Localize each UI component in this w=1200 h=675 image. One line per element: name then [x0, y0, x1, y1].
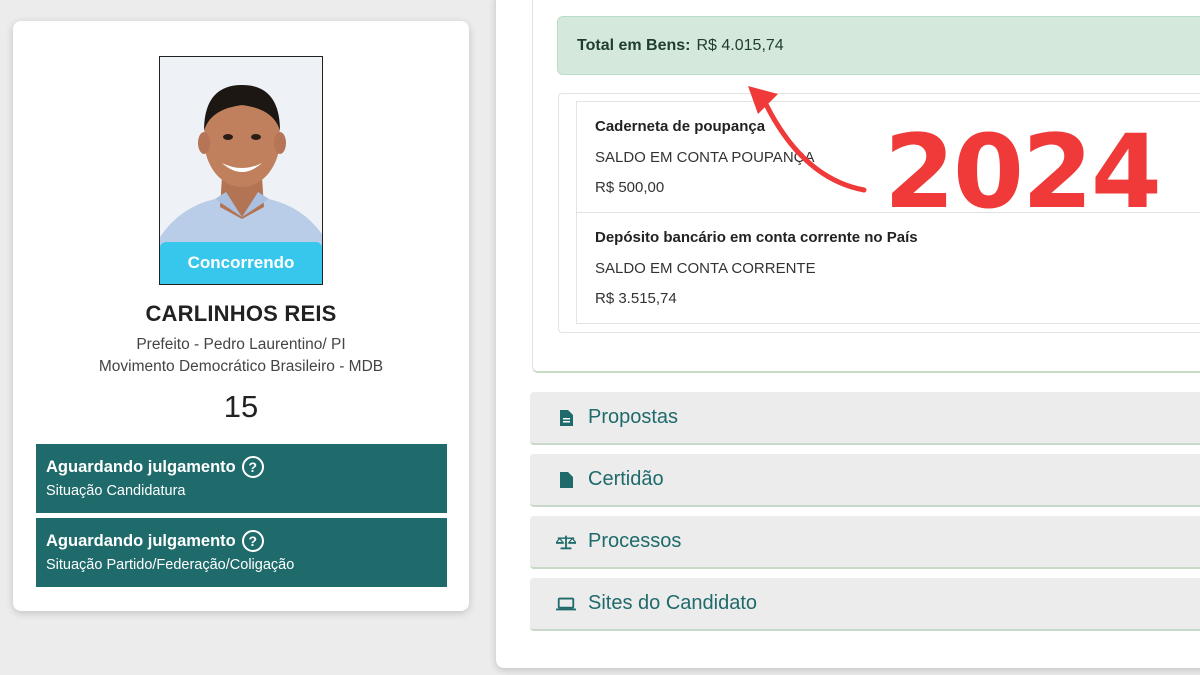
- section-certidao[interactable]: Certidão: [530, 454, 1200, 507]
- status-badge: Concorrendo: [160, 242, 322, 284]
- candidate-party: Movimento Democrático Brasileiro - MDB: [98, 358, 384, 375]
- help-icon[interactable]: ?: [241, 456, 264, 478]
- asset-description: SALDO EM CONTA CORRENTE: [595, 260, 816, 277]
- situation-candidatura: Aguardando julgamento ? Situação Candida…: [36, 444, 447, 513]
- red-arrow-annotation: [748, 86, 867, 193]
- asset-value: R$ 3.515,74: [595, 290, 677, 307]
- section-label: Processos: [588, 530, 682, 552]
- help-icon[interactable]: ?: [241, 530, 264, 552]
- candidate-name: CARLINHOS REIS: [145, 301, 337, 326]
- candidate-office: Prefeito - Pedro Laurentino/ PI: [136, 336, 346, 353]
- section-sites[interactable]: Sites do Candidato: [530, 578, 1200, 631]
- situation-title: Aguardando julgamento: [46, 457, 236, 476]
- situation-subtitle: Situação Candidatura: [46, 483, 186, 499]
- scales-icon: [556, 532, 576, 552]
- total-assets-box: Total em Bens: R$ 4.015,74: [557, 16, 1200, 75]
- year-annotation: 2024: [884, 113, 1162, 232]
- situation-title: Aguardando julgamento: [46, 531, 236, 550]
- section-propostas[interactable]: Propostas: [530, 392, 1200, 445]
- situation-partido: Aguardando julgamento ? Situação Partido…: [36, 518, 447, 587]
- candidate-number: 15: [223, 389, 259, 424]
- candidate-card: Concorrendo CARLINHOS REIS Prefeito - Pe…: [13, 21, 469, 611]
- section-label: Sites do Candidato: [588, 592, 758, 614]
- total-assets-label: Total em Bens:: [577, 36, 691, 54]
- candidate-photo: Concorrendo: [159, 56, 323, 285]
- section-label: Propostas: [588, 406, 679, 428]
- section-processos[interactable]: Processos: [530, 516, 1200, 569]
- document-icon: [556, 408, 576, 428]
- document-icon: [556, 470, 576, 490]
- laptop-icon: [556, 594, 576, 614]
- total-assets-value: R$ 4.015,74: [696, 36, 784, 54]
- situation-subtitle: Situação Partido/Federação/Coligação: [46, 557, 295, 573]
- section-label: Certidão: [588, 468, 664, 490]
